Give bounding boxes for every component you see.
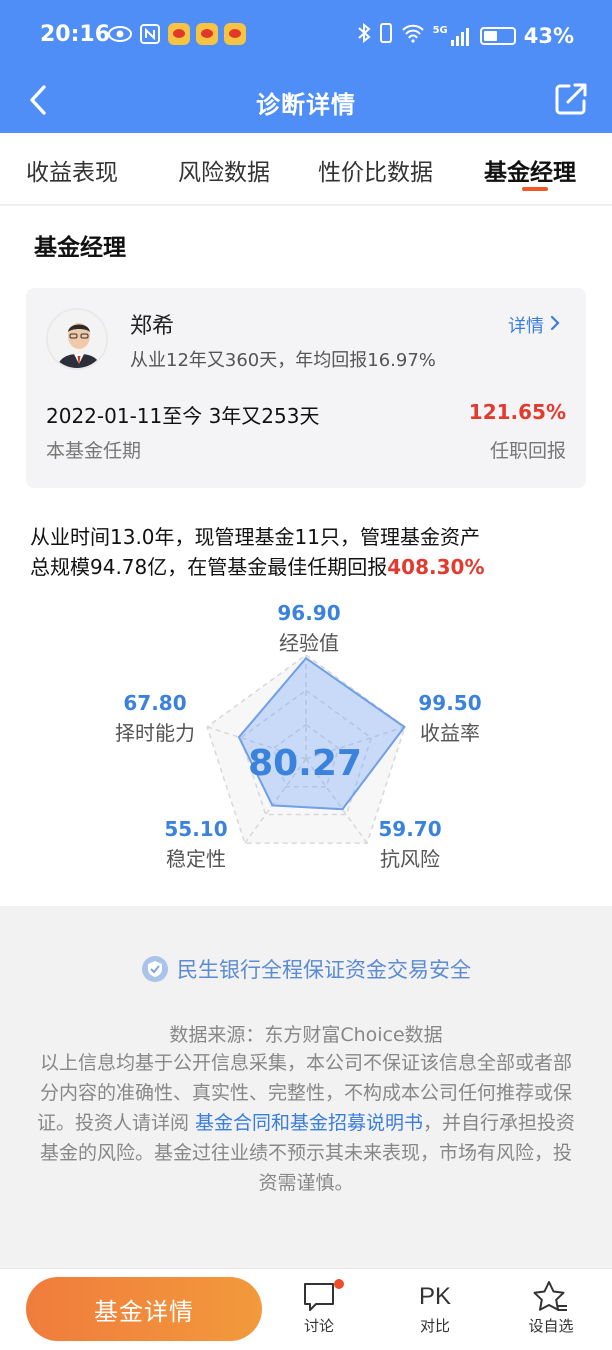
radar-value-stability: 55.10 — [164, 817, 228, 841]
wifi-icon — [401, 23, 425, 48]
summary-line-1: 从业时间13.0年，现管理基金11只，管理基金资产 — [30, 525, 480, 549]
nav-add-watchlist[interactable]: 设自选 — [516, 1279, 586, 1336]
status-bar: 20:16 5G 43% — [0, 0, 612, 70]
summary-line-2-text: 总规模94.78亿，在管基金最佳任期回报 — [30, 555, 388, 579]
share-icon[interactable] — [552, 80, 590, 118]
star-list-icon — [516, 1279, 586, 1315]
nav-add-watchlist-label: 设自选 — [528, 1317, 574, 1335]
radar-label-anti-risk: 抗风险 — [380, 847, 440, 871]
notification-dot — [334, 1279, 344, 1289]
avatar — [46, 308, 108, 370]
radar-label-return: 收益率 — [420, 721, 480, 745]
radar-value-timing: 67.80 — [123, 691, 187, 715]
footer-disclaimer-area: 民生银行全程保证资金交易安全 数据来源：东方财富Choice数据 以上信息均基于… — [0, 906, 612, 1268]
status-notification-icons — [108, 22, 246, 46]
radar-label-experience: 经验值 — [279, 631, 339, 655]
tab-fund-manager[interactable]: 基金经理 — [484, 153, 576, 187]
manager-summary: 从业时间13.0年，现管理基金11只，管理基金资产 总规模94.78亿，在管基金… — [30, 522, 582, 582]
manager-card[interactable]: 郑希 从业12年又360天，年均回报16.97% 详情 2022-01-11至今… — [26, 288, 586, 488]
tab-risk-data[interactable]: 风险数据 — [178, 153, 270, 187]
fund-detail-button[interactable]: 基金详情 — [26, 1277, 262, 1341]
manager-section: 基金经理 郑希 从业12年又360天，年均回报16.97% 详情 2022-01… — [0, 206, 612, 906]
nav-compare-label: 对比 — [419, 1317, 450, 1335]
app-header: 诊断详情 — [0, 70, 612, 133]
nav-compare[interactable]: PK 对比 — [400, 1279, 470, 1336]
status-time: 20:16 — [40, 22, 111, 47]
bottom-action-bar: 基金详情 讨论 PK 对比 设自选 — [0, 1268, 612, 1350]
weibo-icon — [196, 23, 218, 45]
radar-value-return: 99.50 — [418, 691, 482, 715]
tenure-return-value: 121.65% — [468, 400, 566, 424]
bluetooth-icon — [357, 22, 371, 49]
pk-icon: PK — [418, 1283, 451, 1310]
manager-detail-link[interactable]: 详情 — [508, 312, 560, 338]
guarantee-text: 民生银行全程保证资金交易安全 — [177, 958, 471, 982]
tenure-return-label: 任职回报 — [489, 440, 566, 462]
radar-value-anti-risk: 59.70 — [378, 817, 442, 841]
vibrate-icon — [379, 22, 393, 49]
active-tab-indicator — [522, 187, 548, 191]
tenure-label: 本基金任期 — [46, 440, 142, 462]
battery-percent: 43% — [523, 23, 574, 48]
tenure-period: 2022-01-11至今 3年又253天 — [46, 404, 320, 428]
weibo-icon — [224, 23, 246, 45]
radar-label-stability: 稳定性 — [166, 847, 226, 871]
tab-value-data[interactable]: 性价比数据 — [318, 153, 433, 187]
tab-bar: 收益表现 风险数据 性价比数据 基金经理 — [0, 133, 612, 205]
manager-name: 郑希 — [130, 314, 175, 339]
nav-discuss[interactable]: 讨论 — [284, 1279, 354, 1336]
signal-icon: 5G — [433, 25, 472, 46]
fund-contract-link[interactable]: 基金合同和基金招募说明书 — [195, 1112, 423, 1134]
shield-check-icon — [141, 955, 169, 983]
data-source: 数据来源：东方财富Choice数据 — [169, 1024, 443, 1046]
security-guarantee: 民生银行全程保证资金交易安全 — [0, 954, 612, 984]
status-system-icons: 5G 43% — [357, 22, 574, 49]
chevron-right-icon — [550, 315, 560, 336]
radar-value-experience: 96.90 — [277, 601, 341, 625]
eye-icon — [108, 22, 132, 46]
weibo-icon — [168, 23, 190, 45]
summary-line-2: 总规模94.78亿，在管基金最佳任期回报408.30% — [30, 552, 582, 582]
nav-discuss-label: 讨论 — [303, 1317, 334, 1335]
best-return-value: 408.30% — [387, 555, 485, 579]
detail-link-label: 详情 — [508, 316, 544, 337]
battery-icon — [479, 26, 516, 45]
nfc-icon — [138, 22, 162, 46]
radar-label-timing: 择时能力 — [115, 721, 195, 745]
manager-experience: 从业12年又360天，年均回报16.97% — [130, 350, 436, 371]
radar-chart: 96.90 经验值 99.50 收益率 59.70 抗风险 55.10 稳定性 … — [0, 591, 612, 891]
section-title: 基金经理 — [34, 235, 126, 261]
chat-icon — [284, 1279, 354, 1315]
disclaimer-text: 以上信息均基于公开信息采集，本公司不保证该信息全部或者部分内容的准确性、真实性、… — [32, 1048, 580, 1198]
tab-returns[interactable]: 收益表现 — [26, 153, 118, 187]
radar-overall-score: 80.27 — [248, 743, 362, 784]
page-title: 诊断详情 — [256, 91, 356, 119]
